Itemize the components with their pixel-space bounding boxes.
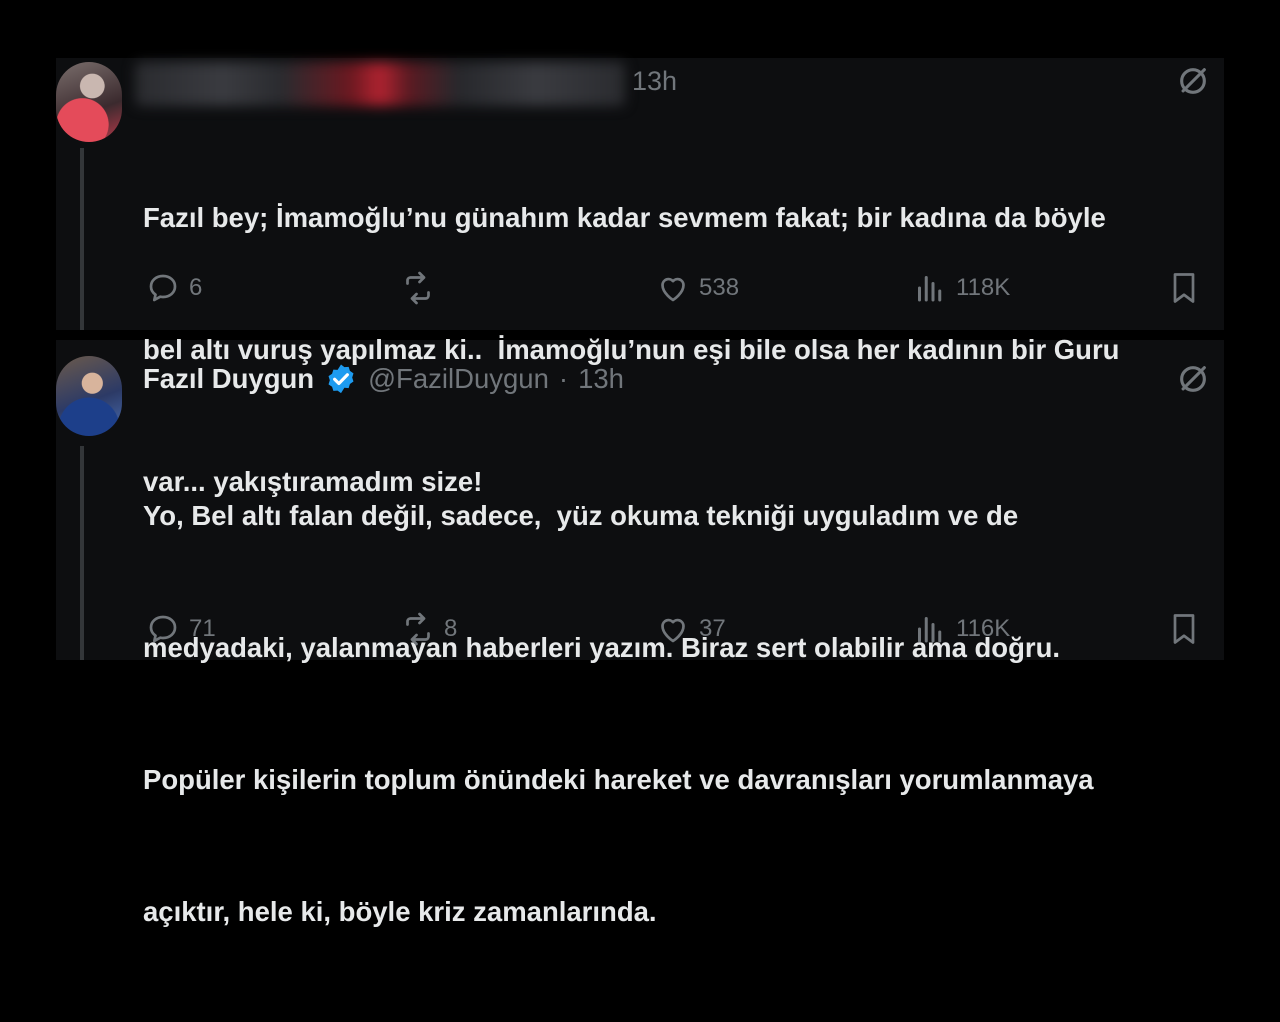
like-count: 538 <box>699 274 740 301</box>
tweet-text-line: Fazıl bey; İmamoğlu’nu günahım kadar sev… <box>143 202 1106 233</box>
tweet-text-line: Yo, Bel altı falan değil, sadece, yüz ok… <box>143 500 1019 531</box>
reply-count: 6 <box>189 274 203 301</box>
verified-badge-icon <box>328 364 354 394</box>
author-handle[interactable]: @FazilDuygun <box>368 363 549 395</box>
meta-separator: · <box>558 363 569 394</box>
bookmark-icon <box>1173 273 1195 303</box>
screen: 13h Fazıl bey; İmamoğlu’nu günahım kadar… <box>0 0 1280 927</box>
tweet-text: Yo, Bel altı falan değil, sadece, yüz ok… <box>143 406 1094 1022</box>
tweet-text-line: açıktır, hele ki, böyle kriz zamanlarınd… <box>143 896 657 927</box>
grok-icon[interactable] <box>1176 362 1210 396</box>
retweet-icon <box>406 612 430 646</box>
reply-count: 71 <box>189 615 216 642</box>
bookmark-button[interactable] <box>1166 611 1202 647</box>
bookmark-icon <box>1173 614 1195 644</box>
like-button[interactable]: 538 <box>655 270 739 306</box>
views-icon <box>918 617 942 643</box>
views-icon <box>918 276 942 302</box>
like-count: 37 <box>699 615 726 642</box>
reply-icon <box>149 615 177 643</box>
bookmark-button[interactable] <box>1166 270 1202 306</box>
retweet-button[interactable] <box>400 270 444 306</box>
reply-button[interactable]: 71 <box>145 611 216 647</box>
author-row: Fazıl Duygun @FazilDuygun · 13h <box>143 358 624 400</box>
like-button[interactable]: 37 <box>655 611 726 647</box>
thread-line-lower <box>80 446 84 660</box>
tweet-text-line: Popüler kişilerin toplum önündeki hareke… <box>143 764 1094 795</box>
blurred-author-name <box>135 62 625 106</box>
views-count: 118K <box>956 274 1011 301</box>
author-name[interactable]: Fazıl Duygun <box>143 363 314 395</box>
retweet-count: 8 <box>444 615 458 642</box>
grok-icon[interactable] <box>1176 64 1210 98</box>
avatar[interactable] <box>56 62 122 142</box>
heart-icon <box>661 277 685 302</box>
reply-icon <box>149 274 177 302</box>
reply-button[interactable]: 6 <box>145 270 202 306</box>
tweet-time[interactable]: 13h <box>632 66 677 97</box>
tweet-time[interactable]: 13h <box>578 363 624 395</box>
views-button[interactable]: 116K <box>912 611 1010 647</box>
thread-line-upper <box>80 148 84 330</box>
views-button[interactable]: 118K <box>912 270 1010 306</box>
heart-icon <box>661 618 685 643</box>
views-count: 116K <box>956 615 1011 642</box>
retweet-icon <box>406 271 430 305</box>
retweet-button[interactable]: 8 <box>400 611 457 647</box>
avatar[interactable] <box>56 356 122 436</box>
